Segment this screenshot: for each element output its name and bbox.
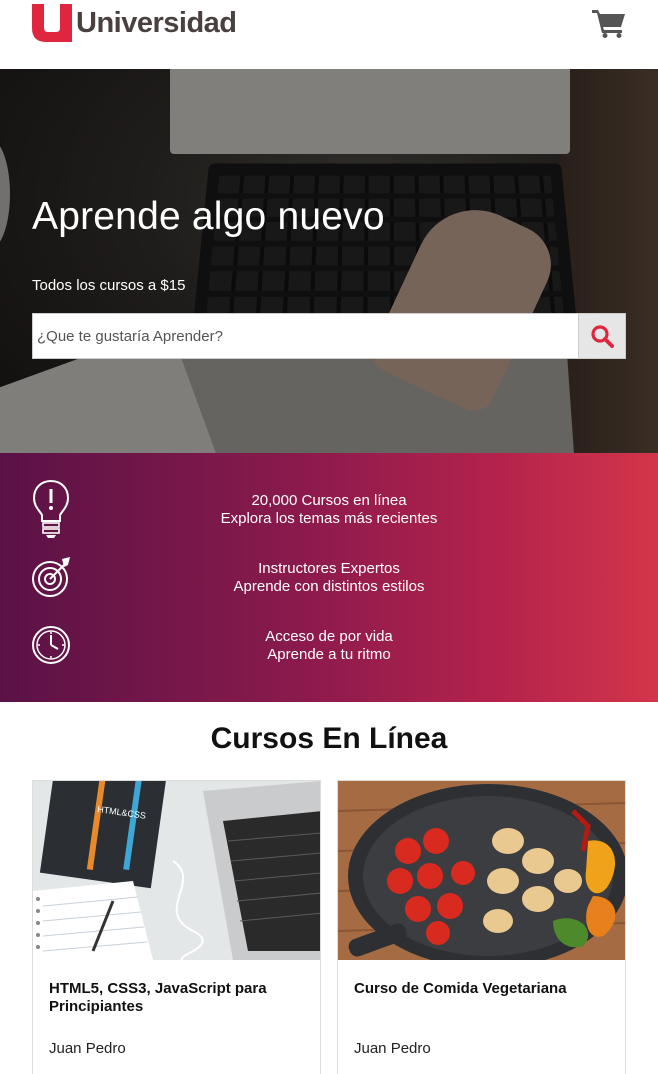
vegetables-pan-illustration bbox=[338, 781, 625, 960]
hero-title: Aprende algo nuevo bbox=[32, 195, 385, 238]
course-title[interactable]: Curso de Comida Vegetariana bbox=[354, 980, 611, 998]
hero-banner: Aprende algo nuevo Todos los cursos a $1… bbox=[0, 69, 658, 453]
feature-title: 20,000 Cursos en línea bbox=[251, 492, 407, 509]
course-card[interactable]: Curso de Comida Vegetariana Juan Pedro bbox=[337, 780, 626, 1074]
course-image[interactable]: HTML&CSS bbox=[33, 781, 320, 960]
logo-u-icon bbox=[32, 4, 72, 42]
course-card[interactable]: HTML&CSS HTML5, CSS3, JavaScript para Pr… bbox=[32, 780, 321, 1074]
logo[interactable]: Universidad bbox=[32, 4, 237, 42]
search-bar bbox=[32, 313, 626, 359]
feature-item: Acceso de por vida Aprende a tu ritmo bbox=[0, 625, 658, 685]
feature-item: Instructores Expertos Aprende con distin… bbox=[0, 555, 658, 615]
courses-section-title: Cursos En Línea bbox=[210, 722, 448, 755]
feature-subtitle: Aprende con distintos estilos bbox=[233, 578, 425, 595]
features-band: 20,000 Cursos en línea Explora los temas… bbox=[0, 453, 658, 702]
feature-title: Acceso de por vida bbox=[265, 628, 393, 645]
search-button[interactable] bbox=[578, 313, 626, 359]
feature-subtitle: Explora los temas más recientes bbox=[220, 510, 438, 527]
course-author: Juan Pedro bbox=[49, 1040, 126, 1057]
shopping-cart-icon[interactable] bbox=[592, 8, 626, 38]
search-input[interactable] bbox=[32, 313, 578, 359]
search-icon bbox=[591, 325, 614, 348]
logo-text: Universidad bbox=[76, 6, 237, 39]
site-header: Universidad bbox=[0, 0, 658, 69]
hero-subtitle: Todos los cursos a $15 bbox=[32, 277, 186, 294]
feature-title: Instructores Expertos bbox=[258, 560, 400, 577]
feature-subtitle: Aprende a tu ritmo bbox=[267, 646, 391, 663]
hero-overlay bbox=[0, 69, 658, 453]
laptop-book-illustration: HTML&CSS bbox=[33, 781, 320, 960]
course-image[interactable] bbox=[338, 781, 625, 960]
course-author: Juan Pedro bbox=[354, 1040, 431, 1057]
course-title[interactable]: HTML5, CSS3, JavaScript para Principiant… bbox=[49, 980, 306, 1016]
feature-item: 20,000 Cursos en línea Explora los temas… bbox=[0, 479, 658, 539]
